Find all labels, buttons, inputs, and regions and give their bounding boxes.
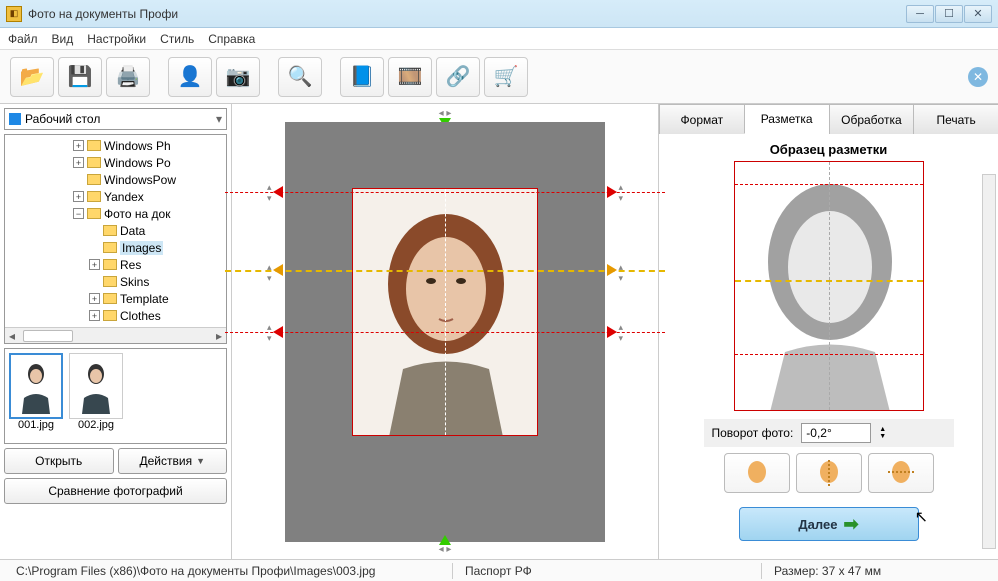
photo-frame: ▴▾ ▴▾ ▴▾ ▴▾ ▴▾ ▴▾: [285, 122, 605, 542]
tb-print-icon[interactable]: 🖨️: [106, 57, 150, 97]
tree-item[interactable]: Skins: [13, 273, 226, 290]
panel-scrollbar[interactable]: [982, 174, 996, 549]
thumbnail[interactable]: 002.jpg: [69, 353, 123, 439]
desktop-icon: [9, 113, 21, 125]
cursor-icon: ↖: [915, 507, 928, 527]
status-format: Паспорт РФ: [457, 564, 757, 578]
arrow-right-icon: ➡: [843, 514, 858, 535]
toolbar: 📂 💾 🖨️ 👤 📷 🔍 📘 🎞️ 🔗 🛒 ✕: [0, 50, 998, 104]
vertical-guide: [445, 188, 446, 436]
minimize-button[interactable]: ─: [906, 5, 934, 23]
next-button[interactable]: Далее ➡: [739, 507, 919, 541]
red-guide-bottom[interactable]: [225, 332, 665, 333]
tb-new-icon[interactable]: 📂: [10, 57, 54, 97]
tb-close-ad-icon[interactable]: ✕: [968, 67, 988, 87]
tb-preview-icon[interactable]: 🔍: [278, 57, 322, 97]
red-guide-top[interactable]: [225, 192, 665, 193]
chevron-down-icon: ▾: [216, 112, 222, 126]
adj-face-icon[interactable]: [724, 453, 790, 493]
rotation-row: Поворот фото: ▲▼: [704, 419, 954, 447]
rotation-input[interactable]: [801, 423, 871, 443]
tab-processing[interactable]: Обработка: [829, 104, 915, 134]
right-arrows-icon[interactable]: ▴▾: [618, 182, 623, 204]
window-title: Фото на документы Профи: [28, 7, 906, 21]
left-arrows-icon[interactable]: ▴▾: [267, 182, 272, 204]
tree-item[interactable]: +Windows Po: [13, 154, 226, 171]
tb-video-icon[interactable]: 🎞️: [388, 57, 432, 97]
status-size: Размер: 37 x 47 мм: [766, 564, 889, 578]
tab-format[interactable]: Формат: [659, 104, 745, 134]
photo-crop[interactable]: [352, 188, 538, 436]
tree-item[interactable]: +Windows Ph: [13, 137, 226, 154]
open-button[interactable]: Открыть: [4, 448, 114, 474]
tab-content: Образец разметки Поворот фото: ▲▼: [659, 134, 998, 559]
tabs: Формат Разметка Обработка Печать: [659, 104, 998, 134]
tb-link-icon[interactable]: 🔗: [436, 57, 480, 97]
menu-file[interactable]: Файл: [8, 32, 38, 46]
actions-button[interactable]: Действия▼: [118, 448, 228, 474]
thumbnail-strip[interactable]: 001.jpg002.jpg: [4, 348, 227, 444]
menu-style[interactable]: Стиль: [160, 32, 194, 46]
menu-help[interactable]: Справка: [208, 32, 255, 46]
menu-view[interactable]: Вид: [52, 32, 74, 46]
adj-width-icon[interactable]: [868, 453, 934, 493]
statusbar: C:\Program Files (x86)\Фото на документы…: [0, 559, 998, 581]
adj-height-icon[interactable]: [796, 453, 862, 493]
tree-item[interactable]: WindowsPow: [13, 171, 226, 188]
maximize-button[interactable]: ☐: [935, 5, 963, 23]
menu-settings[interactable]: Настройки: [87, 32, 146, 46]
canvas[interactable]: ◂ ▸ ▴▾ ▴▾ ▴▾ ▴▾ ▴▾ ▴▾: [232, 104, 658, 559]
menubar: Файл Вид Настройки Стиль Справка: [0, 28, 998, 50]
tb-save-icon[interactable]: 💾: [58, 57, 102, 97]
close-button[interactable]: ✕: [964, 5, 992, 23]
thumbnail[interactable]: 001.jpg: [9, 353, 63, 439]
tree-item[interactable]: Data: [13, 222, 226, 239]
left-panel: Рабочий стол ▾ +Windows Ph+Windows PoWin…: [0, 104, 232, 559]
tree-item[interactable]: Images: [13, 239, 226, 256]
titlebar: ◧ Фото на документы Профи ─ ☐ ✕: [0, 0, 998, 28]
rotation-spinner[interactable]: ▲▼: [879, 426, 886, 440]
tree-item[interactable]: +Yandex: [13, 188, 226, 205]
sample-title: Образец разметки: [770, 142, 888, 157]
app-icon: ◧: [6, 6, 22, 22]
tb-camera-icon[interactable]: 📷: [216, 57, 260, 97]
right-panel: Формат Разметка Обработка Печать Образец…: [658, 104, 998, 559]
tb-user-icon[interactable]: 👤: [168, 57, 212, 97]
tree-item[interactable]: +Clothes: [13, 307, 226, 324]
folder-tree[interactable]: +Windows Ph+Windows PoWindowsPow+Yandex−…: [4, 134, 227, 344]
tb-help-icon[interactable]: 📘: [340, 57, 384, 97]
tab-print[interactable]: Печать: [913, 104, 998, 134]
chevron-down-icon: ▼: [196, 456, 205, 466]
rotation-label: Поворот фото:: [712, 426, 794, 440]
folder-dropdown[interactable]: Рабочий стол ▾: [4, 108, 227, 130]
yellow-guide[interactable]: [225, 270, 665, 272]
tree-scrollbar[interactable]: ◂▸: [5, 327, 226, 343]
status-path: C:\Program Files (x86)\Фото на документы…: [8, 564, 448, 578]
sample-box: [734, 161, 924, 411]
compare-button[interactable]: Сравнение фотографий: [4, 478, 227, 504]
tb-cart-icon[interactable]: 🛒: [484, 57, 528, 97]
tree-item[interactable]: −Фото на док: [13, 205, 226, 222]
tab-markup[interactable]: Разметка: [744, 104, 830, 134]
bottom-arrows-icon[interactable]: ◂ ▸: [439, 544, 452, 555]
tree-item[interactable]: +Template: [13, 290, 226, 307]
tree-item[interactable]: +Res: [13, 256, 226, 273]
